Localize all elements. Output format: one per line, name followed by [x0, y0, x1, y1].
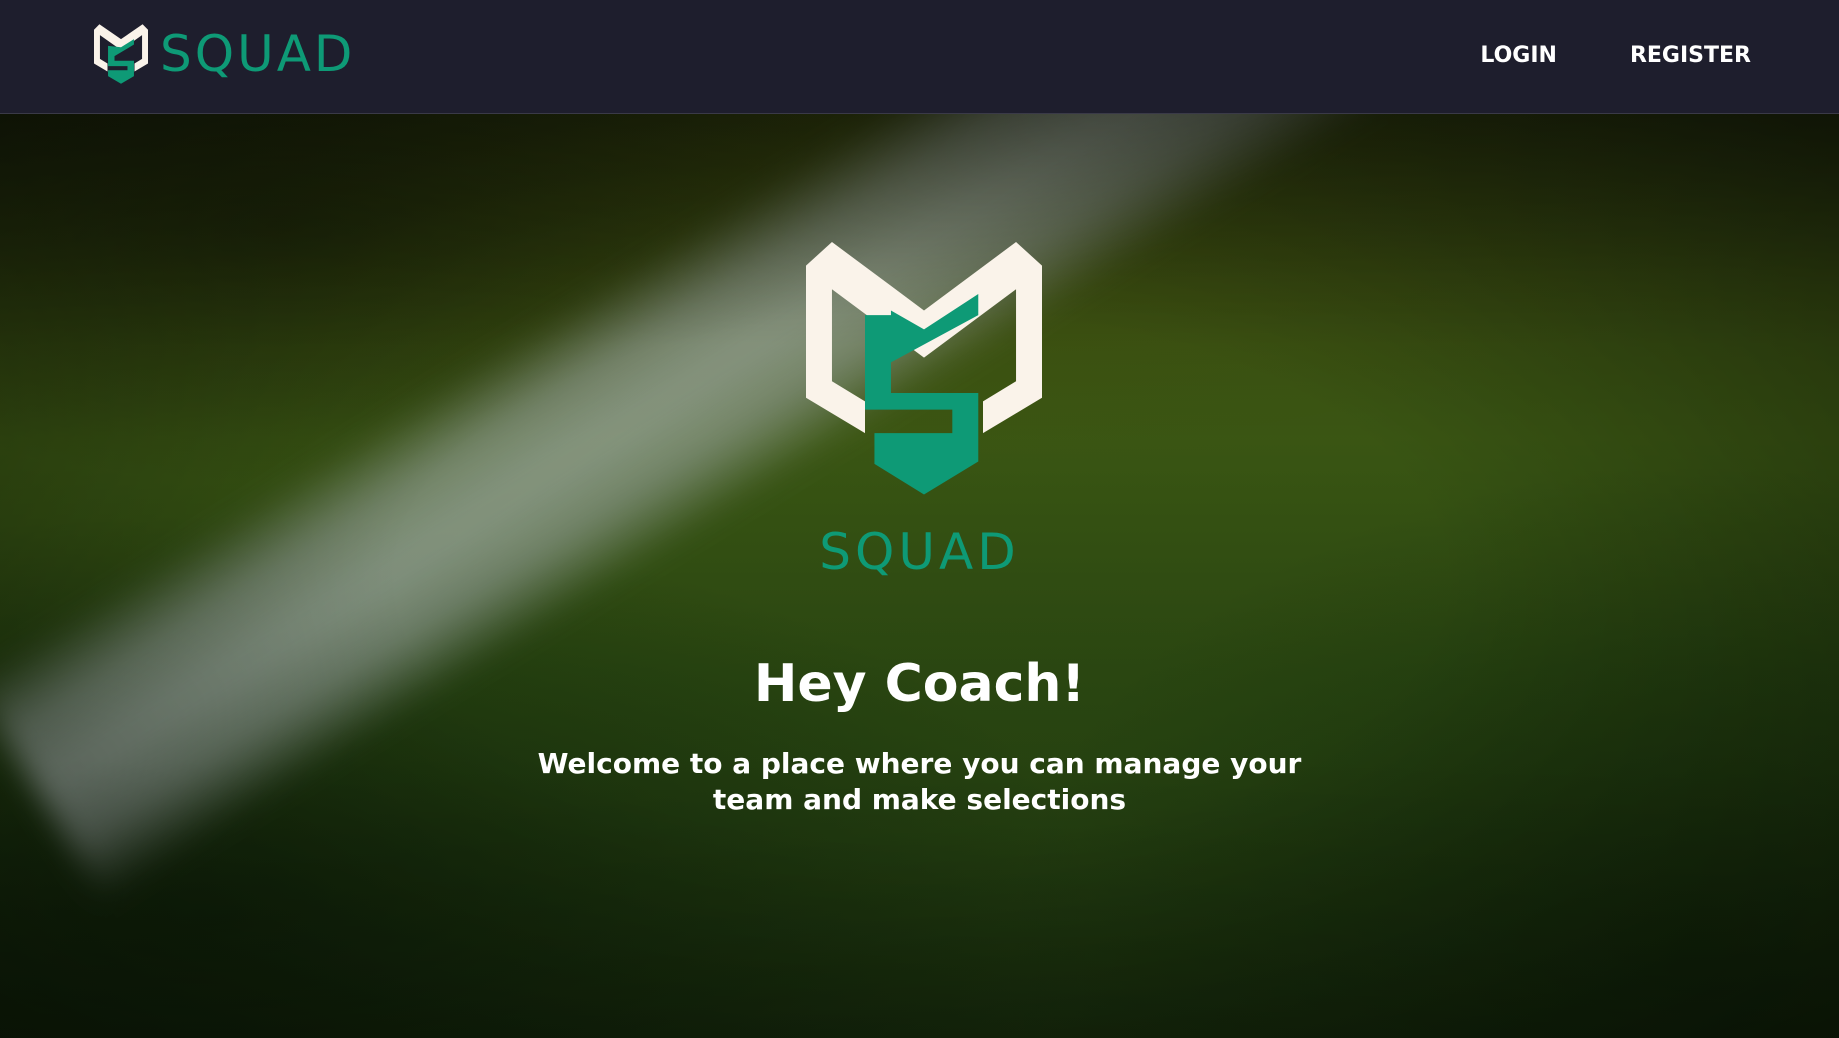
home-logo-link[interactable]: SQUAD — [94, 24, 355, 84]
hero-subtitle: Welcome to a place where you can manage … — [537, 747, 1302, 816]
brand-name: SQUAD — [160, 25, 356, 83]
squad-logo-icon — [94, 24, 148, 84]
squad-shield-logo-icon — [806, 242, 1042, 508]
hero-title: Hey Coach! — [753, 654, 1086, 714]
top-navbar: SQUAD LOGIN REGISTER — [0, 0, 1839, 114]
login-link[interactable]: LOGIN — [1480, 34, 1557, 78]
nav-links: LOGIN REGISTER — [1407, 34, 1751, 78]
register-link[interactable]: REGISTER — [1630, 34, 1751, 78]
hero-brand-name: SQUAD — [819, 523, 1020, 581]
hero-section: SQUAD Hey Coach! Welcome to a place wher… — [0, 114, 1839, 1038]
